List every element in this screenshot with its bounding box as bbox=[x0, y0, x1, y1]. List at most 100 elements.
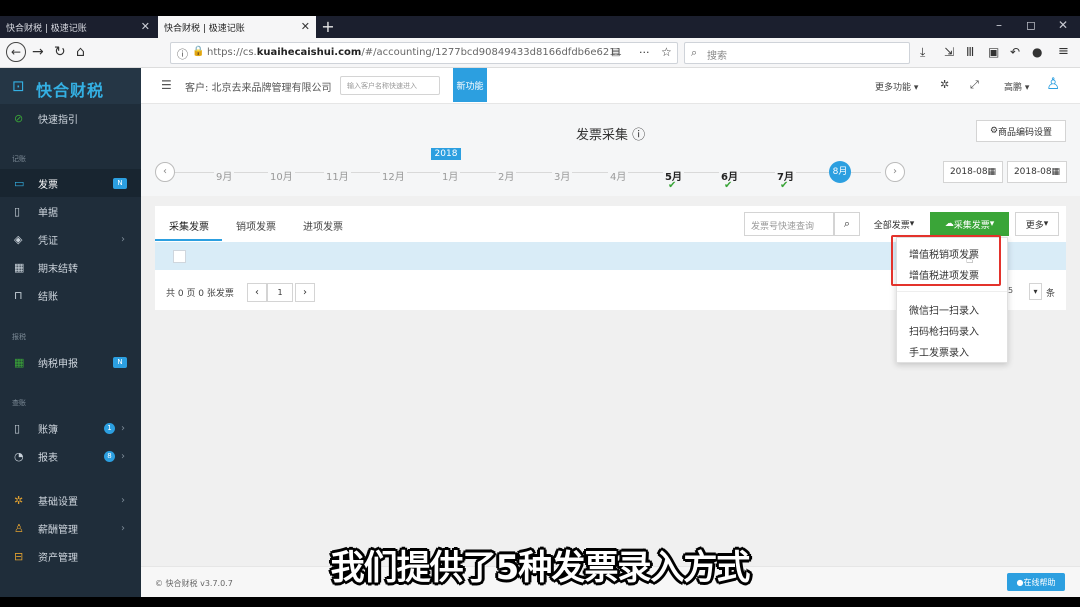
month-item[interactable]: 10月 bbox=[268, 168, 295, 183]
browser-tab-1[interactable]: 快合财税 | 极速记账 ✕ bbox=[0, 16, 156, 38]
dropdown-item-manual-entry[interactable]: 手工发票录入 bbox=[909, 344, 969, 359]
close-icon[interactable]: ✕ bbox=[301, 20, 310, 33]
sidebar-item-guide[interactable]: ⊘ 快速指引 bbox=[0, 104, 141, 132]
window-close-icon[interactable]: ✕ bbox=[1058, 18, 1068, 32]
document-icon: ▯ bbox=[14, 204, 21, 218]
invoice-search-input[interactable]: 发票号快速查询 bbox=[744, 212, 834, 236]
fullscreen-icon[interactable]: ⤢ bbox=[970, 78, 979, 92]
date-from-input[interactable]: 2018-08 ▦ bbox=[943, 161, 1003, 183]
timeline-next-button[interactable]: › bbox=[885, 162, 905, 182]
chat-icon[interactable]: ● bbox=[1032, 45, 1042, 59]
more-button[interactable]: 更多 ▾ bbox=[1015, 212, 1059, 236]
back-icon[interactable]: ← bbox=[6, 42, 26, 62]
month-item[interactable]: 2月 bbox=[496, 168, 517, 183]
timeline-prev-button[interactable]: ‹ bbox=[155, 162, 175, 182]
close-icon[interactable]: ✕ bbox=[141, 20, 150, 33]
goods-code-settings-button[interactable]: ⚙ 商品编码设置 bbox=[976, 120, 1066, 142]
gear-icon: ✲ bbox=[14, 493, 24, 507]
bottom-black-band bbox=[0, 597, 1080, 607]
chevron-right-icon: › bbox=[121, 494, 125, 506]
book-icon: ▯ bbox=[14, 421, 21, 435]
home-icon[interactable]: ⌂ bbox=[76, 44, 85, 60]
search-button[interactable]: ⌕ bbox=[834, 212, 860, 236]
select-all-checkbox[interactable] bbox=[173, 250, 186, 263]
new-feature-button[interactable]: 新功能 bbox=[453, 68, 487, 102]
next-page-button[interactable]: › bbox=[295, 283, 315, 302]
more-actions-icon[interactable]: ··· bbox=[639, 46, 650, 59]
month-item[interactable]: 12月 bbox=[380, 168, 407, 183]
reader-icon[interactable]: ▤ bbox=[611, 47, 620, 58]
search-icon: ⌕ bbox=[843, 217, 851, 230]
star-icon[interactable]: ☆ bbox=[661, 45, 672, 59]
download-icon[interactable]: ⤓ bbox=[920, 45, 925, 60]
count-badge: 8 bbox=[104, 450, 115, 462]
share-icon[interactable]: ↶ bbox=[1010, 45, 1020, 59]
dropdown-item-barcode-scan[interactable]: 扫码枪扫码录入 bbox=[909, 323, 979, 338]
chevron-right-icon: › bbox=[121, 233, 125, 245]
pagination-summary: 共 0 页 0 张发票 bbox=[166, 289, 234, 299]
info-icon[interactable]: ⓘ bbox=[177, 46, 188, 62]
lock-icon: 🔒 bbox=[192, 46, 205, 57]
sidebar-item-settings[interactable]: ✲ 基础设置 › bbox=[0, 486, 141, 514]
tab-collect[interactable]: 采集发票 bbox=[169, 218, 209, 233]
video-subtitle: 我们提供了5种发票录入方式 bbox=[330, 548, 751, 588]
browser-search-input[interactable]: ⌕ 搜索 bbox=[684, 42, 910, 64]
all-invoices-filter[interactable]: 全部发票 ▾ bbox=[866, 212, 922, 236]
dropdown-item-wechat-scan[interactable]: 微信扫一扫录入 bbox=[909, 302, 979, 317]
page-number-input[interactable]: 1 bbox=[267, 283, 293, 302]
tab-purchase[interactable]: 进项发票 bbox=[303, 218, 343, 233]
collapse-icon[interactable]: ☰ bbox=[161, 78, 172, 92]
browser-tab-title: 快合财税 | 极速记账 bbox=[164, 23, 245, 34]
user-menu[interactable]: 高鹏 ▾ bbox=[1004, 80, 1029, 93]
tab-sales[interactable]: 销项发票 bbox=[236, 218, 276, 233]
collect-invoice-button[interactable]: ☁ 采集发票 ▾ bbox=[930, 212, 1009, 236]
compass-icon: ⊘ bbox=[14, 111, 24, 125]
maximize-icon[interactable]: ◻ bbox=[1026, 18, 1036, 32]
brand-logo[interactable]: ⊡ 快合财税 bbox=[0, 68, 141, 104]
new-badge: N bbox=[113, 177, 127, 189]
highlight-box bbox=[891, 235, 1001, 286]
date-to-input[interactable]: 2018-08 ▦ bbox=[1007, 161, 1067, 183]
sidebar-item-voucher[interactable]: ◈ 凭证 › bbox=[0, 225, 141, 253]
new-tab-button[interactable]: + bbox=[318, 16, 338, 38]
month-item[interactable]: 1月 bbox=[440, 168, 461, 183]
sidebar-item-invoice[interactable]: ▭ 发票 N bbox=[0, 169, 141, 197]
page-size-value[interactable]: 5 bbox=[1008, 286, 1013, 295]
sidebar-item-tax-filing[interactable]: ▦ 纳税申报 N bbox=[0, 348, 141, 376]
library-icon[interactable]: Ⅲ bbox=[966, 45, 974, 59]
sidebar-item-period-end[interactable]: ▦ 期末结转 bbox=[0, 253, 141, 281]
sidebar-section-accounting: 记账 bbox=[12, 155, 26, 163]
sidebar-item-ledger[interactable]: ▯ 账簿 1 › bbox=[0, 414, 141, 442]
forward-icon[interactable]: → bbox=[32, 44, 44, 60]
month-item[interactable]: 3月 bbox=[552, 168, 573, 183]
search-icon: ⌕ bbox=[691, 46, 698, 59]
calendar-icon: ▦ bbox=[987, 167, 997, 177]
gear-icon[interactable]: ✲ bbox=[940, 78, 949, 91]
dropdown-divider bbox=[897, 291, 1007, 292]
screenshot-icon[interactable]: ⇲ bbox=[944, 45, 954, 59]
sidebar-item-payroll[interactable]: ♙ 薪酬管理 › bbox=[0, 514, 141, 542]
url-bar[interactable]: ⓘ 🔒 https://cs.kuaihecaishui.com/#/accou… bbox=[170, 42, 678, 64]
month-item[interactable]: 11月 bbox=[324, 168, 351, 183]
minimize-icon[interactable]: – bbox=[996, 18, 1002, 32]
sidebar-section-audit: 查账 bbox=[12, 399, 26, 407]
avatar[interactable]: ♙ bbox=[1046, 74, 1060, 93]
active-tab-underline bbox=[155, 239, 222, 241]
month-item[interactable]: 4月 bbox=[608, 168, 629, 183]
sidebar-item-reports[interactable]: ◔ 报表 8 › bbox=[0, 442, 141, 470]
sidebar-item-documents[interactable]: ▯ 单据 bbox=[0, 197, 141, 225]
page-size-dropdown[interactable]: ▾ bbox=[1029, 283, 1042, 300]
client-search-input[interactable]: 输入客户名称快速进入 bbox=[340, 76, 440, 95]
browser-tab-2[interactable]: 快合财税 | 极速记账 ✕ bbox=[158, 16, 316, 38]
sidebar-toggle-icon[interactable]: ▣ bbox=[988, 45, 999, 59]
more-functions-menu[interactable]: 更多功能 ▾ bbox=[875, 80, 918, 93]
menu-icon[interactable]: ≡ bbox=[1058, 44, 1069, 59]
invoice-icon: ▭ bbox=[14, 176, 25, 190]
reload-icon[interactable]: ↻ bbox=[54, 44, 66, 60]
sidebar-item-closing[interactable]: ⊓ 结账 bbox=[0, 281, 141, 309]
month-item[interactable]: 9月 bbox=[214, 168, 235, 183]
logo-icon: ⊡ bbox=[12, 77, 25, 95]
prev-page-button[interactable]: ‹ bbox=[247, 283, 267, 302]
page-size-unit: 条 bbox=[1046, 289, 1056, 299]
current-month[interactable]: 8月 bbox=[829, 161, 851, 183]
